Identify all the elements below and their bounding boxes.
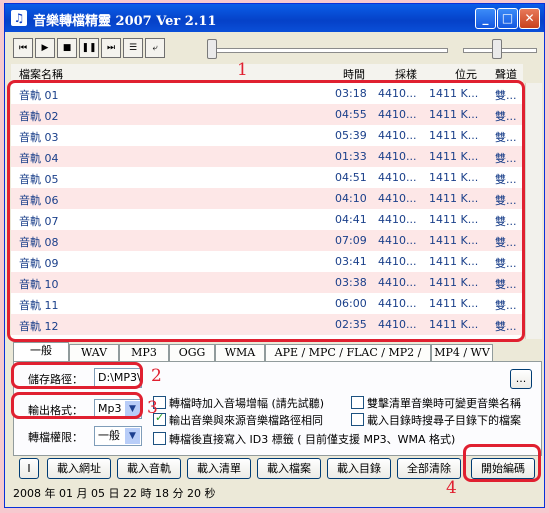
- tab-mp3[interactable]: MP3: [119, 344, 169, 361]
- option-label: 轉檔後直接寫入 ID3 標籤 ( 目前僅支援 MP3、WMA 格式): [169, 433, 456, 446]
- clear-all-button[interactable]: 全部清除: [397, 458, 461, 479]
- app-window: ♫ 音樂轉檔精靈 2007 Ver 2.11 _ □ ✕ ⏮ ▶ ■ ❚❚ ⏭ …: [4, 3, 545, 508]
- repeat-button[interactable]: ⤶: [145, 38, 165, 58]
- tab-wma[interactable]: WMA: [215, 344, 265, 361]
- stop-icon: ■: [62, 43, 72, 53]
- maximize-button[interactable]: □: [497, 8, 518, 29]
- tab-mp4[interactable]: MP4 / WV: [431, 344, 493, 361]
- seek-thumb[interactable]: [207, 39, 217, 59]
- window-title: 音樂轉檔精靈 2007 Ver 2.11: [33, 14, 217, 29]
- pause-icon: ❚❚: [81, 43, 97, 53]
- play-icon: ▶: [41, 43, 49, 53]
- priority-value: 一般: [98, 429, 120, 442]
- chevron-down-icon: ▼: [125, 428, 140, 444]
- tab-wav[interactable]: WAV: [69, 344, 119, 361]
- maximize-icon: □: [501, 11, 514, 25]
- tab-general[interactable]: 一般: [13, 342, 69, 362]
- title-bar[interactable]: ♫ 音樂轉檔精靈 2007 Ver 2.11 _ □ ✕: [5, 4, 544, 32]
- annotation-box-track-list: [7, 80, 525, 342]
- load-track-button[interactable]: 載入音軌: [117, 458, 181, 479]
- close-button[interactable]: ✕: [519, 8, 540, 29]
- playlist-button[interactable]: ☰: [123, 38, 143, 58]
- load-list-button[interactable]: 載入清單: [187, 458, 251, 479]
- priority-select[interactable]: 一般 ▼: [94, 426, 142, 446]
- stop-button[interactable]: ■: [57, 38, 77, 58]
- minimize-icon: _: [482, 11, 489, 25]
- volume-thumb[interactable]: [492, 39, 502, 59]
- previous-track-button[interactable]: ⏮: [13, 38, 33, 58]
- player-toolbar: ⏮ ▶ ■ ❚❚ ⏭ ☰ ⤶: [5, 34, 544, 62]
- load-directory-button[interactable]: 載入目錄: [327, 458, 391, 479]
- annotation-number: 4: [446, 478, 457, 498]
- next-track-button[interactable]: ⏭: [101, 38, 121, 58]
- option-label: 載入目錄時搜尋子目錄下的檔案: [367, 414, 521, 427]
- list-scrollbar[interactable]: [525, 83, 542, 339]
- annotation-box-start-button: [463, 444, 541, 482]
- minimize-button[interactable]: _: [475, 8, 496, 29]
- tab-ape[interactable]: APE / MPC / FLAC / MP2 / AC3: [265, 344, 431, 375]
- info-button[interactable]: I: [19, 458, 39, 479]
- play-button[interactable]: ▶: [35, 38, 55, 58]
- option-label: 雙擊清單音樂時可變更音樂名稱: [367, 397, 521, 410]
- seek-track[interactable]: [211, 48, 448, 53]
- music-note-icon: ♫: [11, 10, 27, 26]
- browse-button[interactable]: ...: [510, 369, 532, 389]
- status-bar-time: 2008 年 01 月 05 日 22 時 18 分 20 秒: [13, 487, 216, 500]
- option-label: 轉檔時加入音場增幅 (請先試聽): [169, 397, 325, 410]
- option-checkbox[interactable]: [153, 432, 166, 445]
- annotation-number: 1: [237, 60, 248, 80]
- annotation-number: 2: [151, 366, 162, 386]
- pause-button[interactable]: ❚❚: [79, 38, 99, 58]
- list-icon: ☰: [128, 43, 138, 53]
- load-url-button[interactable]: 載入網址: [47, 458, 111, 479]
- priority-label: 轉檔權限：: [28, 431, 83, 444]
- tab-ogg[interactable]: OGG: [169, 344, 215, 361]
- annotation-box-save-path: [11, 362, 143, 389]
- option-checkbox[interactable]: [351, 413, 364, 426]
- option-label: 輸出音樂與來源音樂檔路徑相同: [169, 414, 323, 427]
- option-checkbox[interactable]: [351, 396, 364, 409]
- skip-back-icon: ⏮: [18, 43, 28, 53]
- annotation-number: 3: [147, 398, 158, 418]
- annotation-box-output-format: [11, 392, 143, 419]
- skip-forward-icon: ⏭: [106, 43, 116, 53]
- repeat-icon: ⤶: [152, 43, 158, 53]
- load-file-button[interactable]: 載入檔案: [257, 458, 321, 479]
- close-icon: ✕: [524, 11, 535, 25]
